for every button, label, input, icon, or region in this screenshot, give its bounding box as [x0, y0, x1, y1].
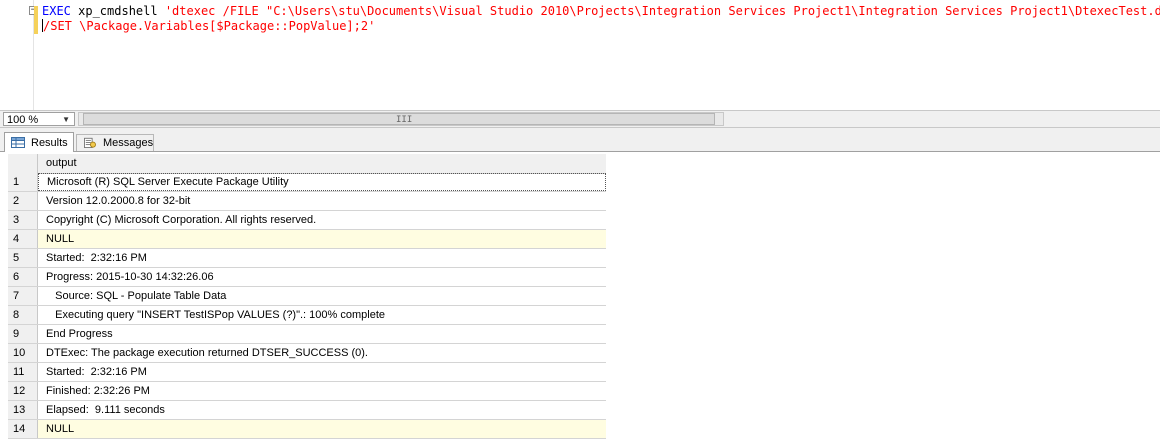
chevron-down-icon[interactable]: ▼: [62, 113, 70, 127]
table-row[interactable]: 7 Source: SQL - Populate Table Data: [8, 287, 606, 306]
table-row[interactable]: 12 Finished: 2:32:26 PM: [8, 382, 606, 401]
result-tabs: Results Messages: [0, 128, 1160, 152]
row-number[interactable]: 4: [8, 230, 38, 248]
output-cell[interactable]: NULL: [38, 230, 606, 248]
row-number[interactable]: 1: [8, 173, 38, 191]
output-cell[interactable]: Finished: 2:32:26 PM: [38, 382, 606, 400]
zoom-value: 100 %: [7, 114, 39, 126]
query-editor[interactable]: − EXEC xp_cmdshell 'dtexec /FILE "C:\Use…: [0, 0, 1160, 110]
table-row[interactable]: 2 Version 12.0.2000.8 for 32-bit: [8, 192, 606, 211]
output-cell[interactable]: Copyright (C) Microsoft Corporation. All…: [38, 211, 606, 229]
scrollbar-thumb[interactable]: III: [83, 113, 715, 125]
command-string-line2: /SET \Package.Variables[$Package::PopVal…: [43, 19, 376, 33]
table-row[interactable]: 13 Elapsed: 9.111 seconds: [8, 401, 606, 420]
row-number[interactable]: 5: [8, 249, 38, 267]
output-cell[interactable]: Version 12.0.2000.8 for 32-bit: [38, 192, 606, 210]
horizontal-scrollbar[interactable]: III: [78, 112, 724, 126]
proc-name: xp_cmdshell: [70, 4, 165, 18]
table-row[interactable]: 3 Copyright (C) Microsoft Corporation. Al…: [8, 211, 606, 230]
grid-icon: [11, 137, 25, 148]
row-number[interactable]: 10: [8, 344, 38, 362]
output-cell[interactable]: NULL: [38, 420, 606, 438]
table-row[interactable]: 11 Started: 2:32:16 PM: [8, 363, 606, 382]
exec-keyword: EXEC: [42, 4, 71, 18]
row-number[interactable]: 9: [8, 325, 38, 343]
table-row[interactable]: 6 Progress: 2015-10-30 14:32:26.06: [8, 268, 606, 287]
table-row[interactable]: 9 End Progress: [8, 325, 606, 344]
editor-gutter: [0, 0, 34, 110]
row-number[interactable]: 8: [8, 306, 38, 324]
table-row[interactable]: 4 NULL: [8, 230, 606, 249]
query-text[interactable]: EXEC xp_cmdshell 'dtexec /FILE "C:\Users…: [42, 4, 1160, 34]
tab-results-label: Results: [31, 137, 68, 149]
tab-messages-label: Messages: [103, 137, 154, 149]
output-cell[interactable]: Elapsed: 9.111 seconds: [38, 401, 606, 419]
output-cell[interactable]: End Progress: [38, 325, 606, 343]
column-header-output[interactable]: output: [46, 154, 77, 173]
row-number[interactable]: 6: [8, 268, 38, 286]
zoom-dropdown[interactable]: 100 % ▼: [3, 112, 75, 126]
row-number[interactable]: 3: [8, 211, 38, 229]
table-row[interactable]: 5 Started: 2:32:16 PM: [8, 249, 606, 268]
table-row[interactable]: 1 Microsoft (R) SQL Server Execute Packag…: [8, 173, 606, 192]
row-number[interactable]: 2: [8, 192, 38, 210]
row-number[interactable]: 14: [8, 420, 38, 438]
output-cell[interactable]: Microsoft (R) SQL Server Execute Package…: [38, 173, 606, 191]
output-cell[interactable]: Started: 2:32:16 PM: [38, 363, 606, 381]
output-cell[interactable]: Progress: 2015-10-30 14:32:26.06: [38, 268, 606, 286]
table-row[interactable]: 10 DTExec: The package execution returned…: [8, 344, 606, 363]
change-marker: [34, 6, 38, 34]
output-cell[interactable]: Source: SQL - Populate Table Data: [38, 287, 606, 305]
tab-results[interactable]: Results: [4, 132, 74, 152]
grid-header: output: [8, 154, 606, 174]
messages-icon: [84, 137, 96, 148]
command-string-line1: 'dtexec /FILE "C:\Users\stu\Documents\Vi…: [164, 4, 1160, 18]
output-cell[interactable]: Started: 2:32:16 PM: [38, 249, 606, 267]
row-number[interactable]: 7: [8, 287, 38, 305]
editor-status-bar: 100 % ▼ III: [0, 110, 1160, 128]
output-cell[interactable]: Executing query "INSERT TestISPop VALUES…: [38, 306, 606, 324]
tab-messages[interactable]: Messages: [76, 134, 154, 151]
table-row[interactable]: 14 NULL: [8, 420, 606, 439]
output-cell[interactable]: DTExec: The package execution returned D…: [38, 344, 606, 362]
scrollbar-grip: III: [396, 115, 413, 125]
row-number[interactable]: 11: [8, 363, 38, 381]
table-row[interactable]: 8 Executing query "INSERT TestISPop VALU…: [8, 306, 606, 325]
row-number[interactable]: 13: [8, 401, 38, 419]
grid-corner[interactable]: [8, 154, 38, 173]
row-number[interactable]: 12: [8, 382, 38, 400]
